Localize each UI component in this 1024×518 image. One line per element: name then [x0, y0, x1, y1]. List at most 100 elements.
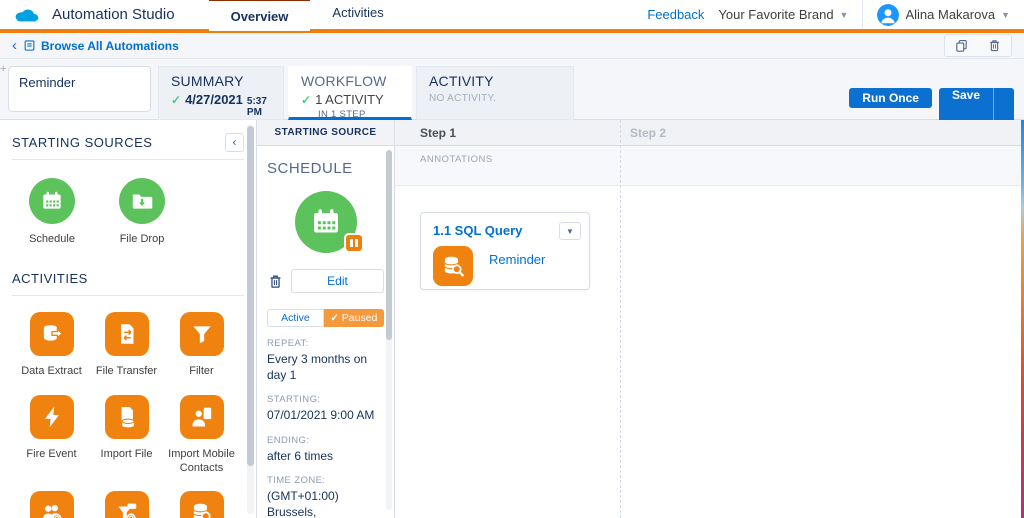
sql-query-icon: [433, 246, 473, 286]
activity-import-mobile-contacts[interactable]: Import Mobile Contacts: [164, 395, 239, 476]
brand-menu[interactable]: Your Favorite Brand ▼: [718, 7, 848, 22]
copy-icon: [954, 38, 969, 53]
brand-menu-label: Your Favorite Brand: [718, 7, 833, 22]
check-icon: ✓: [171, 93, 181, 107]
brand-orange-bar: [0, 29, 1024, 33]
timezone-value: (GMT+01:00) Brussels, Copenhagen, Madrid…: [267, 488, 384, 518]
workflow-count: 1 ACTIVITY: [315, 92, 384, 107]
trash-icon: [267, 273, 284, 290]
step-1-header: Step 1: [395, 120, 620, 145]
source-schedule[interactable]: Schedule: [16, 178, 88, 246]
tab-overview-label: Overview: [231, 9, 289, 24]
starting-source-header: STARTING SOURCE: [257, 120, 394, 146]
workflow-title: WORKFLOW: [301, 73, 399, 89]
workflow-canvas: Step 1 Step 2 ANNOTATIONS 1.1 SQL Query …: [395, 120, 1024, 518]
delete-schedule-button[interactable]: [267, 273, 284, 290]
clipped-plus-icon: +: [0, 63, 6, 75]
tab-overview[interactable]: Overview: [209, 0, 311, 31]
activity-label: Data Extract: [14, 364, 89, 378]
step-header-row: Step 1 Step 2: [395, 120, 1024, 146]
source-file-drop[interactable]: File Drop: [106, 178, 178, 246]
toggle-active-option[interactable]: Active: [267, 309, 324, 327]
back-chevron-icon[interactable]: ‹: [12, 38, 17, 53]
annotations-row[interactable]: ANNOTATIONS: [395, 146, 1021, 186]
activity-fire-event[interactable]: Fire Event: [14, 395, 89, 461]
automation-actions: [944, 34, 1012, 57]
toggle-paused-option[interactable]: ✓ Paused: [324, 309, 384, 327]
schedule-title: SCHEDULE: [267, 160, 384, 177]
card-activity-name: Reminder: [489, 252, 545, 267]
activities-title: ACTIVITIES: [12, 271, 88, 286]
feedback-link[interactable]: Feedback: [647, 7, 704, 22]
refresh-mobile-icon: [105, 491, 149, 518]
import-file-icon: [105, 395, 149, 439]
automation-toolbar: + Reminder SUMMARY ✓ 4/27/2021 5:37 PM L…: [0, 59, 1024, 120]
user-avatar[interactable]: [877, 4, 899, 26]
activity-filter[interactable]: Filter: [164, 312, 239, 378]
sql-query-icon: [180, 491, 224, 518]
activity-file-transfer[interactable]: File Transfer: [89, 312, 164, 378]
panel-scrollbar-thumb[interactable]: [386, 150, 392, 340]
main-area: STARTING SOURCES ‹ Schedule: [0, 120, 1024, 518]
step-2-header: Step 2: [620, 120, 1024, 145]
activity-label: Filter: [164, 364, 239, 378]
schedule-details: REPEAT: Every 3 months on day 1 STARTING…: [267, 338, 384, 518]
summary-title: SUMMARY: [171, 73, 271, 89]
user-menu[interactable]: Alina Makarova ▼: [877, 4, 1010, 26]
sidebar-scrollbar-thumb[interactable]: [247, 126, 254, 466]
automation-name-input[interactable]: Reminder: [8, 66, 151, 112]
workflow-activity-card[interactable]: 1.1 SQL Query ▼ Reminder: [420, 212, 590, 290]
panel-scrollbar[interactable]: [386, 150, 392, 510]
activity-refresh-group[interactable]: Refresh Group: [14, 491, 89, 518]
list-doc-icon: [23, 39, 36, 52]
step-column-divider: [620, 120, 621, 518]
tab-activity[interactable]: ACTIVITY NO ACTIVITY.: [416, 66, 574, 120]
sidebar-scrollbar[interactable]: [247, 124, 254, 514]
app-title: Automation Studio: [52, 6, 175, 23]
file-transfer-icon: [105, 312, 149, 356]
starting-label: STARTING:: [267, 394, 384, 405]
collapse-sidebar-button[interactable]: ‹: [225, 133, 244, 152]
user-name: Alina Makarova: [905, 7, 995, 22]
activity-data-extract[interactable]: Data Extract: [14, 312, 89, 378]
delete-button[interactable]: [978, 35, 1011, 56]
summary-date: 4/27/2021: [185, 92, 243, 107]
ending-label: ENDING:: [267, 435, 384, 446]
activity-sql-query[interactable]: SQL Query: [164, 491, 239, 518]
tab-summary[interactable]: SUMMARY ✓ 4/27/2021 5:37 PM LAST SAVED: [158, 66, 284, 120]
tab-activities-label: Activities: [332, 5, 383, 20]
activity-label: Fire Event: [14, 447, 89, 461]
status-tabs: SUMMARY ✓ 4/27/2021 5:37 PM LAST SAVED W…: [158, 66, 574, 120]
tab-activities[interactable]: Activities: [310, 0, 405, 27]
paused-status-icon: [344, 233, 364, 253]
tab-workflow[interactable]: WORKFLOW ✓ 1 ACTIVITY IN 1 STEP: [288, 66, 412, 120]
source-schedule-label: Schedule: [16, 232, 88, 246]
refresh-group-icon: [30, 491, 74, 518]
activity-label: Import Mobile Contacts: [164, 447, 239, 476]
duplicate-button[interactable]: [945, 35, 978, 56]
activities-list: Data Extract File Transfer: [0, 296, 256, 518]
calendar-icon: [29, 178, 75, 224]
salesforce-cloud-logo: [0, 5, 42, 25]
activity-label: File Transfer: [89, 364, 164, 378]
summary-time: 5:37 PM: [247, 96, 271, 118]
header-divider: [862, 0, 863, 29]
breadcrumb[interactable]: Browse All Automations: [23, 39, 179, 53]
source-file-drop-label: File Drop: [106, 232, 178, 246]
top-nav-tabs: Overview Activities: [209, 0, 406, 31]
starting-value: 07/01/2021 9:00 AM: [267, 407, 384, 423]
breadcrumb-label: Browse All Automations: [41, 39, 179, 53]
chevron-down-icon: ▼: [840, 10, 849, 20]
check-icon: ✓: [301, 93, 311, 107]
activity-title: ACTIVITY: [429, 73, 561, 89]
activity-status: NO ACTIVITY.: [429, 93, 561, 104]
breadcrumb-bar: ‹ Browse All Automations: [0, 33, 1024, 59]
run-once-button[interactable]: Run Once: [849, 88, 932, 108]
edit-schedule-button[interactable]: Edit: [291, 269, 384, 293]
timezone-label: TIME ZONE:: [267, 475, 384, 486]
activity-refresh-mobile[interactable]: Refresh Mobile: [89, 491, 164, 518]
workflow-sub: IN 1 STEP: [318, 109, 399, 120]
starting-sources-list: Schedule File Drop: [0, 160, 256, 246]
card-menu-button[interactable]: ▼: [559, 222, 581, 240]
activity-import-file[interactable]: Import File: [89, 395, 164, 461]
